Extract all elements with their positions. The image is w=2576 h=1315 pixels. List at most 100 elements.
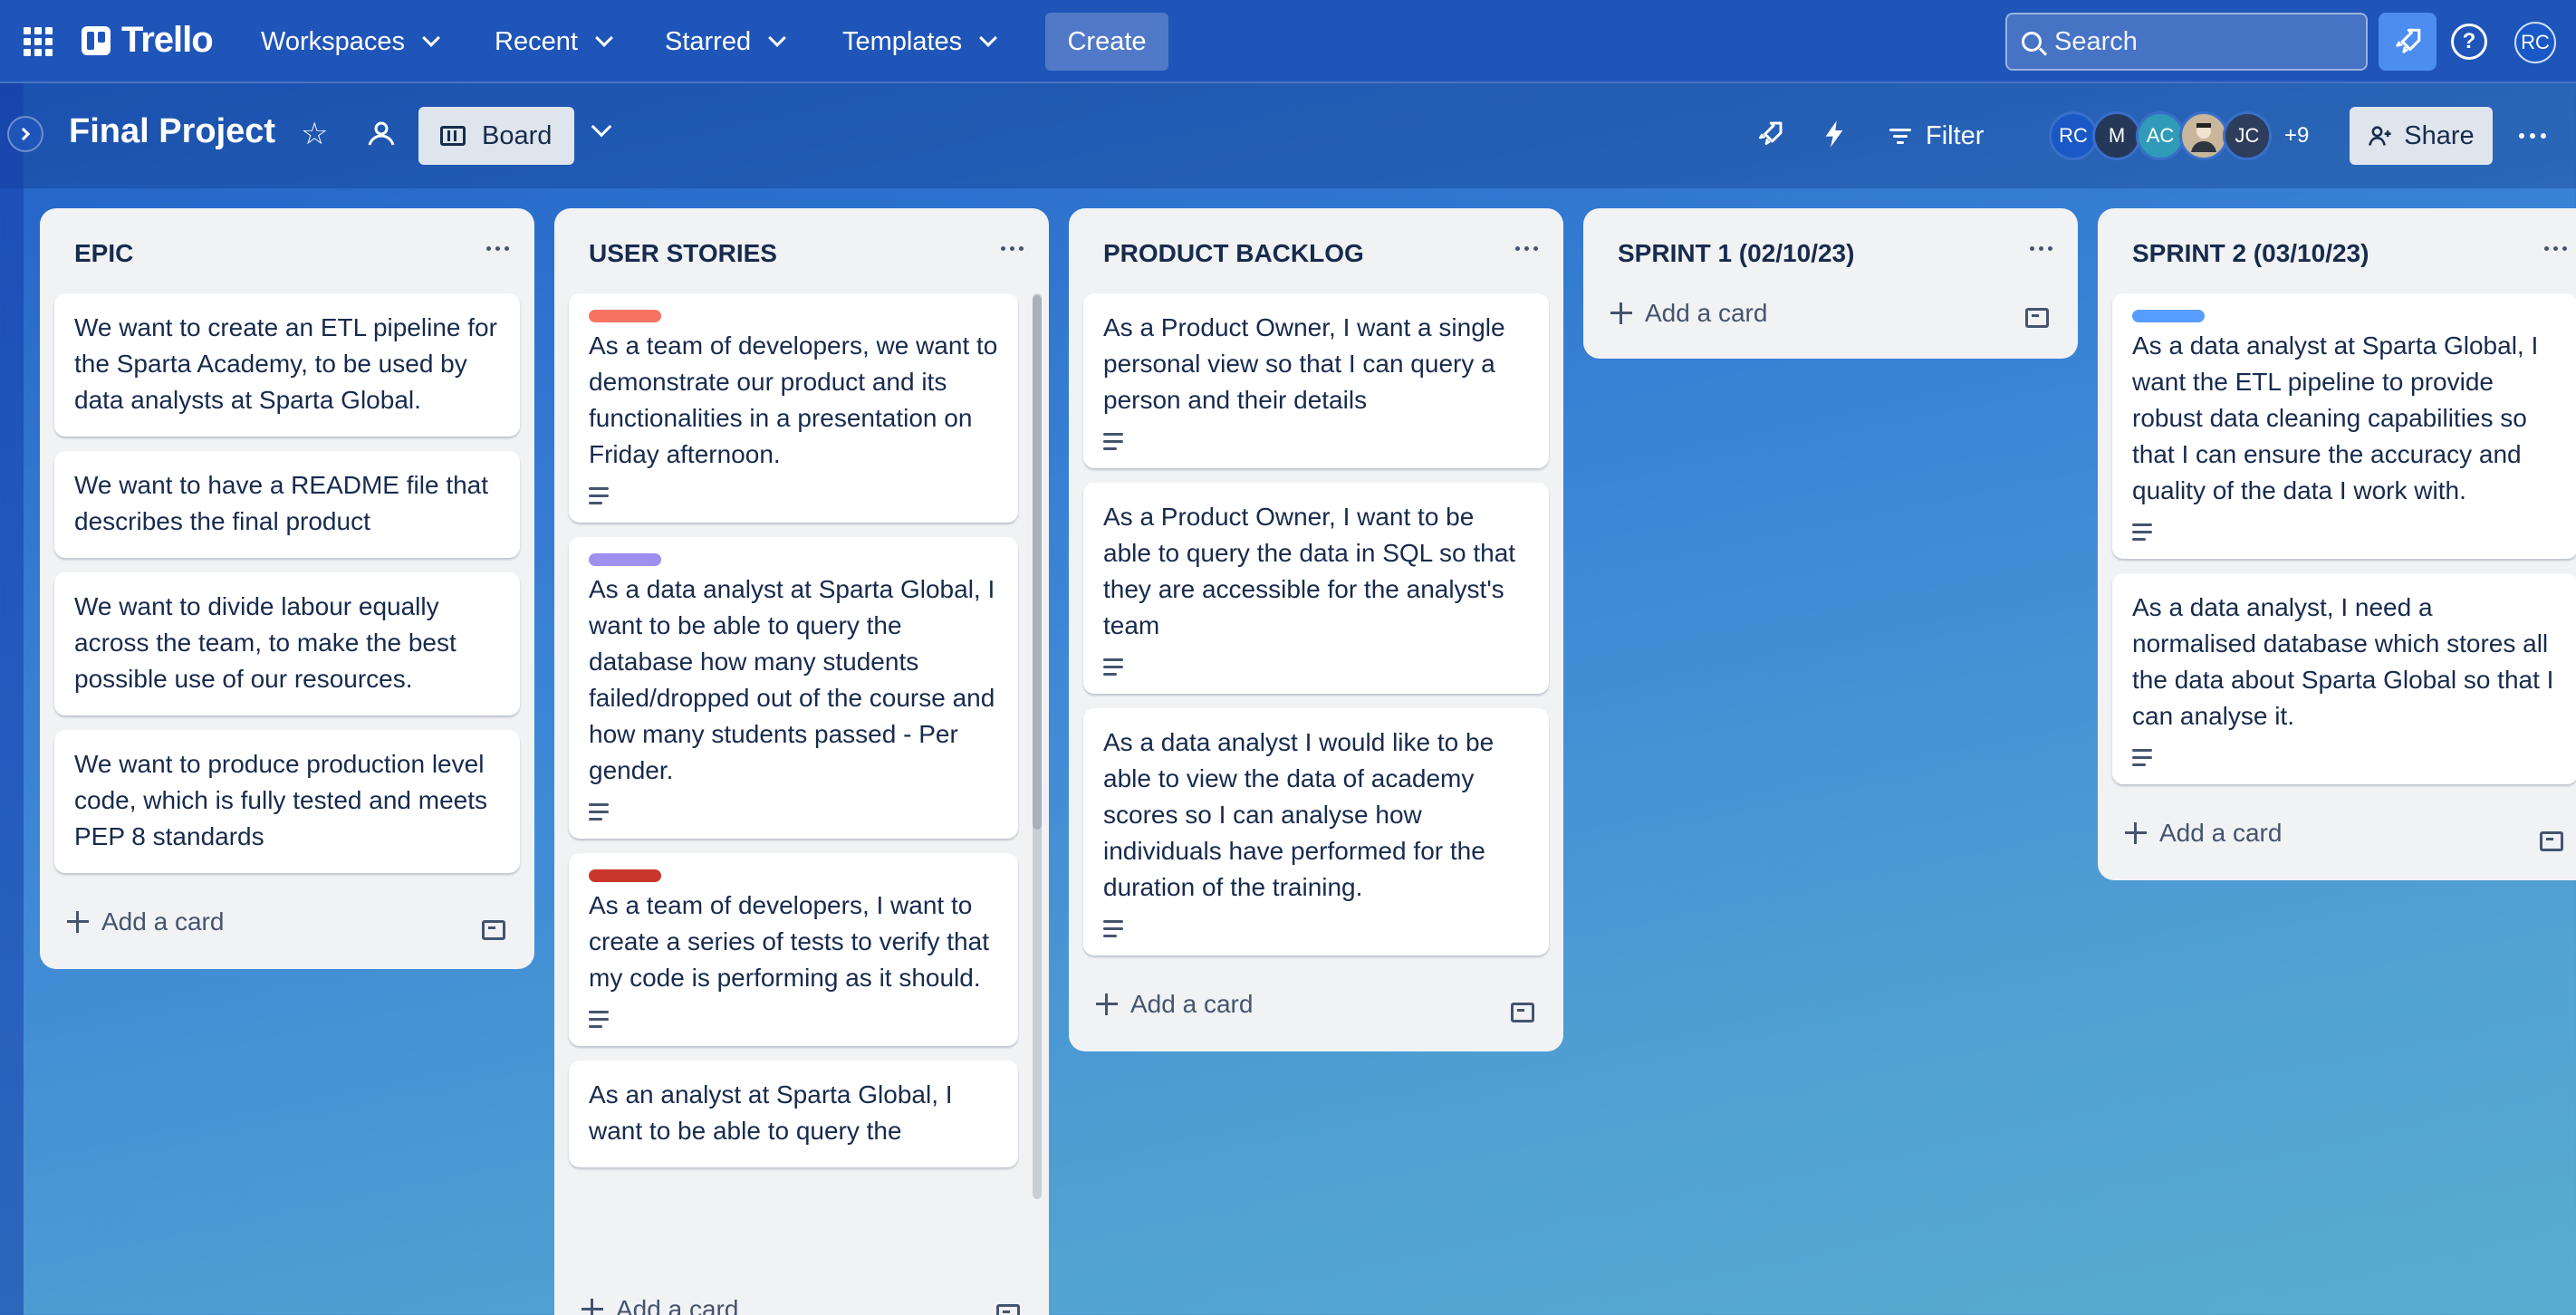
help-icon[interactable]: ? bbox=[2451, 24, 2487, 60]
recent-menu[interactable]: Recent bbox=[484, 18, 621, 65]
list-header[interactable]: PRODUCT BACKLOG bbox=[1069, 208, 1563, 293]
card[interactable]: We want to divide labour equally across … bbox=[54, 572, 520, 715]
scrollbar-thumb[interactable] bbox=[1033, 295, 1042, 830]
chevron-right-icon bbox=[16, 127, 31, 141]
search-icon bbox=[2022, 32, 2042, 52]
filter-label: Filter bbox=[1926, 120, 1985, 150]
chevron-down-icon bbox=[768, 29, 787, 47]
add-card-button[interactable]: Add a card bbox=[1096, 990, 1253, 1019]
card[interactable]: As a data analyst I would like to be abl… bbox=[1083, 708, 1549, 955]
search-box[interactable] bbox=[2005, 13, 2368, 71]
trello-logo[interactable]: Trello bbox=[82, 20, 214, 61]
add-card-label: Add a card bbox=[1130, 990, 1254, 1018]
card-title: As a team of developers, we want to demo… bbox=[589, 331, 998, 468]
list-sprint-1: SPRINT 1 (02/10/23) Add a card bbox=[1583, 208, 2078, 359]
description-icon bbox=[2132, 523, 2558, 541]
create-button[interactable]: Create bbox=[1045, 13, 1168, 71]
list-title[interactable]: SPRINT 1 (02/10/23) bbox=[1618, 239, 1854, 268]
card-template-icon[interactable] bbox=[2025, 308, 2049, 328]
description-icon bbox=[2132, 749, 2558, 766]
card[interactable]: As a Product Owner, I want a single pers… bbox=[1083, 293, 1549, 468]
account-avatar[interactable]: RC bbox=[2514, 22, 2556, 63]
add-person-icon bbox=[2369, 126, 2391, 146]
card[interactable]: As a team of developers, we want to demo… bbox=[569, 293, 1018, 523]
card-template-icon[interactable] bbox=[2540, 831, 2563, 851]
recent-label: Recent bbox=[495, 26, 578, 56]
card-template-icon[interactable] bbox=[482, 920, 505, 940]
starred-menu[interactable]: Starred bbox=[654, 18, 794, 65]
card[interactable]: We want to have a README file that descr… bbox=[54, 451, 520, 558]
member-avatar[interactable]: RC bbox=[2049, 111, 2098, 160]
list-header[interactable]: SPRINT 2 (03/10/23) bbox=[2098, 208, 2576, 293]
plus-icon bbox=[2125, 822, 2147, 844]
chevron-down-icon bbox=[422, 29, 440, 47]
card[interactable]: As a Product Owner, I want to be able to… bbox=[1083, 483, 1549, 694]
member-avatar[interactable]: JC bbox=[2223, 111, 2272, 160]
description-icon bbox=[1103, 920, 1529, 937]
list-title[interactable]: EPIC bbox=[74, 239, 133, 268]
list-title[interactable]: USER STORIES bbox=[589, 239, 777, 268]
list-header[interactable]: SPRINT 1 (02/10/23) bbox=[1583, 208, 2078, 281]
card-title: We want to divide labour equally across … bbox=[74, 592, 457, 693]
list-header[interactable]: USER STORIES bbox=[554, 208, 1049, 293]
search-input[interactable] bbox=[2054, 26, 2326, 57]
share-button[interactable]: Share bbox=[2350, 107, 2493, 165]
templates-menu[interactable]: Templates bbox=[831, 18, 1005, 65]
card-title: We want to have a README file that descr… bbox=[74, 471, 489, 535]
list-title[interactable]: SPRINT 2 (03/10/23) bbox=[2132, 239, 2369, 268]
add-card-button[interactable]: Add a card bbox=[1610, 299, 1767, 328]
card[interactable]: As a data analyst, I need a normalised d… bbox=[2112, 573, 2576, 784]
share-label: Share bbox=[2404, 120, 2475, 150]
add-card-button[interactable]: Add a card bbox=[67, 907, 224, 936]
add-card-label: Add a card bbox=[101, 907, 225, 936]
automation-lightning-icon[interactable] bbox=[1821, 120, 1848, 149]
filter-button[interactable]: Filter bbox=[1889, 107, 1984, 165]
member-avatar[interactable]: M bbox=[2092, 111, 2141, 160]
more-members-count[interactable]: +9 bbox=[2284, 123, 2309, 149]
workspace-visibility-icon[interactable] bbox=[366, 120, 397, 147]
list-actions-icon[interactable] bbox=[1001, 246, 1024, 251]
board-title[interactable]: Final Project bbox=[69, 112, 275, 151]
board-icon bbox=[440, 126, 466, 146]
list-scrollbar[interactable] bbox=[1033, 293, 1042, 1199]
member-photo-avatar[interactable] bbox=[2179, 111, 2228, 160]
app-switcher-icon[interactable] bbox=[24, 27, 53, 56]
description-icon bbox=[589, 1011, 998, 1028]
card[interactable]: As a team of developers, I want to creat… bbox=[569, 853, 1018, 1046]
list-actions-icon[interactable] bbox=[1515, 246, 1538, 251]
list-title[interactable]: PRODUCT BACKLOG bbox=[1103, 239, 1364, 268]
card[interactable]: As a data analyst at Sparta Global, I wa… bbox=[2112, 293, 2576, 559]
card[interactable]: As an analyst at Sparta Global, I want t… bbox=[569, 1061, 1018, 1167]
person-photo-icon bbox=[2191, 123, 2216, 152]
list-actions-icon[interactable] bbox=[486, 246, 509, 251]
card[interactable]: As a data analyst at Sparta Global, I wa… bbox=[569, 537, 1018, 839]
list-user-stories: USER STORIES As a team of developers, we… bbox=[554, 208, 1049, 1315]
workspaces-label: Workspaces bbox=[261, 26, 406, 56]
card-title: As a data analyst at Sparta Global, I wa… bbox=[2132, 331, 2539, 504]
member-avatar[interactable]: AC bbox=[2136, 111, 2185, 160]
add-card-button[interactable]: Add a card bbox=[582, 1295, 738, 1315]
card[interactable]: We want to produce production level code… bbox=[54, 730, 520, 873]
starred-label: Starred bbox=[665, 26, 752, 56]
chevron-down-icon bbox=[979, 29, 998, 47]
board-view-button[interactable]: Board bbox=[418, 107, 574, 165]
star-icon[interactable]: ☆ bbox=[301, 116, 328, 152]
rocket-icon bbox=[2396, 28, 2421, 53]
list-epic: EPIC We want to create an ETL pipeline f… bbox=[40, 208, 534, 969]
card-template-icon[interactable] bbox=[996, 1304, 1020, 1315]
add-card-button[interactable]: Add a card bbox=[2125, 819, 2282, 848]
filter-icon bbox=[1889, 128, 1911, 144]
card-template-icon[interactable] bbox=[1511, 1003, 1534, 1022]
add-card-label: Add a card bbox=[616, 1295, 739, 1315]
card-title: As a team of developers, I want to creat… bbox=[589, 891, 989, 992]
list-actions-icon[interactable] bbox=[2544, 246, 2567, 251]
expand-sidebar-button[interactable] bbox=[7, 116, 43, 152]
list-actions-icon[interactable] bbox=[2030, 246, 2052, 251]
card[interactable]: We want to create an ETL pipeline for th… bbox=[54, 293, 520, 437]
board-menu-button[interactable] bbox=[2507, 107, 2558, 165]
power-ups-rocket-icon[interactable] bbox=[1755, 120, 1784, 149]
card-title: As a Product Owner, I want to be able to… bbox=[1103, 503, 1516, 639]
list-header[interactable]: EPIC bbox=[40, 208, 534, 293]
workspaces-menu[interactable]: Workspaces bbox=[250, 18, 448, 65]
notifications-button[interactable] bbox=[2379, 13, 2437, 71]
